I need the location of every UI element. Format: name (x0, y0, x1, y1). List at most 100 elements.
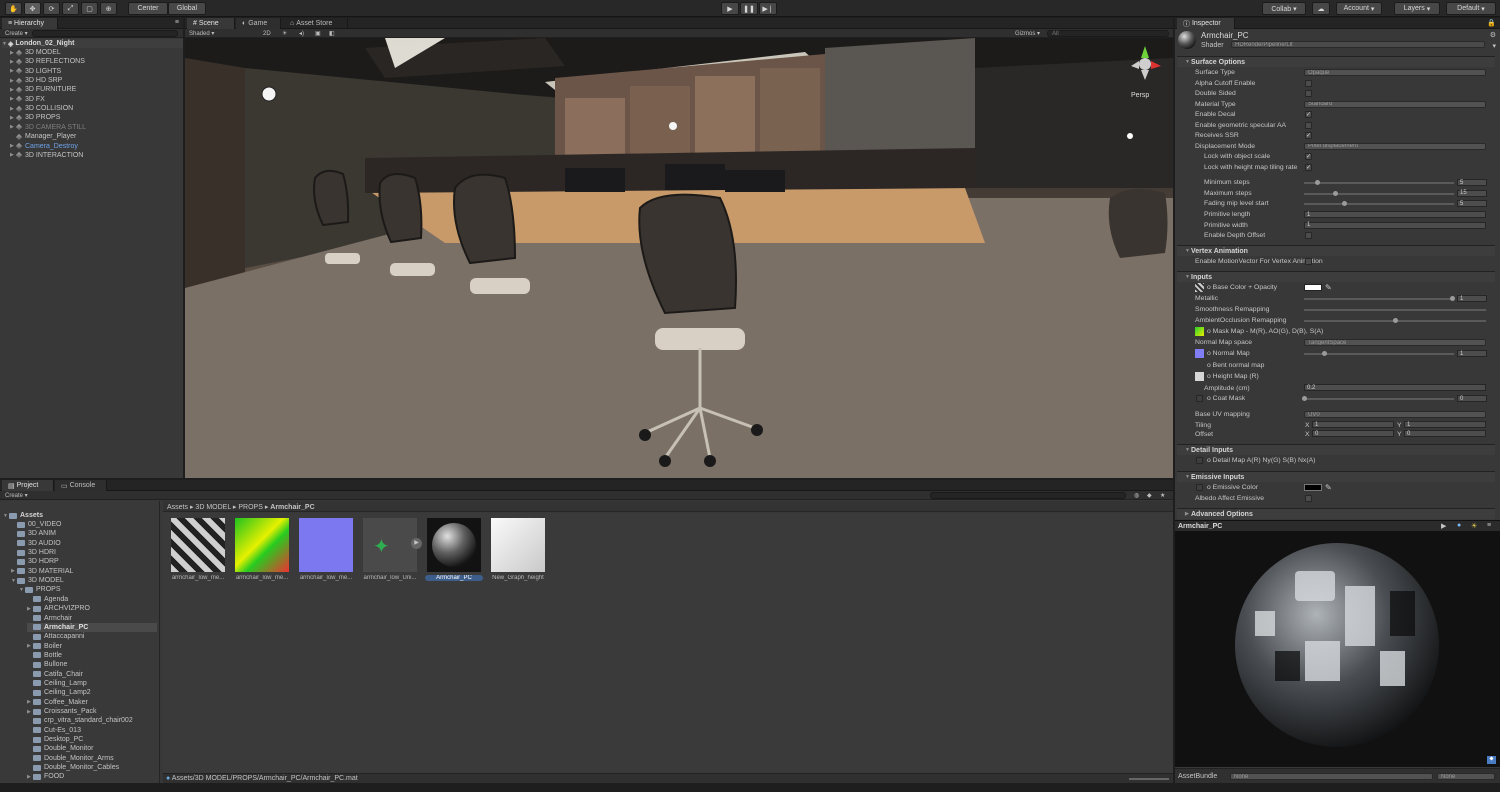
toggle-2d-button[interactable]: 2D (263, 30, 271, 37)
normal-scale-knob[interactable] (1322, 351, 1327, 356)
expand-arrow-icon[interactable]: ▶ (10, 152, 16, 158)
metallic-slider[interactable] (1304, 298, 1454, 300)
pom-value[interactable]: 5 (1457, 179, 1487, 186)
section-detail-inputs[interactable]: ▼ Detail Inputs (1177, 444, 1495, 455)
collab-button[interactable]: Collab ▾ (1262, 2, 1306, 15)
hierarchy-item[interactable]: ▶ 3D REFLECTIONS (10, 57, 85, 66)
surface-option-dropdown[interactable]: Standard (1304, 100, 1486, 108)
smoothness-range-slider[interactable] (1304, 309, 1486, 311)
tree-folder-item[interactable]: Attaccapanni (27, 632, 84, 641)
tab-console[interactable]: ▭ Console (55, 480, 107, 491)
tree-folder-item[interactable]: ▼ 3D MODEL (11, 576, 64, 585)
asset-caption[interactable]: armchair_low_Uni... (361, 575, 419, 581)
hierarchy-item[interactable]: ▶ 3D FX (10, 95, 45, 104)
coat-mask-value[interactable]: 0 (1457, 395, 1487, 402)
section-emissive-inputs[interactable]: ▼ Emissive Inputs (1177, 471, 1495, 482)
tab-hierarchy[interactable]: ≡ Hierarchy (2, 18, 58, 29)
hierarchy-item[interactable]: ▶ 3D MODEL (10, 48, 61, 57)
breadcrumb-item[interactable]: 3D MODEL (195, 504, 231, 511)
tree-folder-item[interactable]: ▶ Croissants_Pack (27, 707, 97, 716)
coat-mask-texture-slot[interactable] (1196, 395, 1203, 402)
transform-tool-button[interactable]: ⊕ (100, 2, 117, 15)
preview-play-icon[interactable]: ▶ (1441, 522, 1446, 530)
normal-scale-value[interactable]: 1 (1457, 350, 1487, 357)
pom-slider[interactable] (1304, 182, 1454, 184)
tree-folder-item[interactable]: Double_Monitor_Arms (27, 754, 114, 763)
pom-slider[interactable] (1304, 192, 1454, 195)
tree-folder-item[interactable]: ▶ ARCHVIZPRO (27, 604, 90, 613)
tab-project[interactable]: ▤ Project (2, 480, 54, 491)
rotate-tool-button[interactable]: ⟳ (43, 2, 60, 15)
surface-option-checkbox[interactable]: ✓ (1305, 132, 1312, 139)
thumbnail-size-slider[interactable] (1129, 778, 1169, 780)
asset-thumb-mask[interactable] (171, 518, 225, 572)
mask-map-texture-slot[interactable] (1195, 327, 1204, 336)
hierarchy-item[interactable]: ▶ 3D INTERACTION (10, 151, 83, 160)
lighting-toggle[interactable]: ☀ (282, 30, 287, 37)
tiling-x-field[interactable]: 1 (1312, 421, 1394, 428)
asset-label-icon[interactable]: ⬥ (1487, 756, 1496, 764)
tree-folder-item[interactable]: Cut-Es_013 (27, 726, 81, 735)
amplitude-field[interactable]: 0.2 (1304, 384, 1486, 391)
pivot-global-button[interactable]: Global (168, 2, 206, 15)
pom-slider[interactable] (1304, 203, 1454, 205)
panel-menu-icon[interactable]: ≡ (175, 19, 179, 26)
project-search-input[interactable] (930, 492, 1126, 499)
normal-space-dropdown[interactable]: TangentSpace (1304, 339, 1486, 346)
section-advanced-options[interactable]: ▶ Advanced Options (1177, 508, 1495, 519)
pom-value[interactable]: 5 (1457, 200, 1487, 207)
tree-folder-item[interactable]: Ceiling_Lamp (27, 679, 87, 688)
inspector-lock-icon[interactable]: 🔒 (1487, 19, 1496, 27)
asset-thumb-height[interactable] (491, 518, 545, 572)
asset-caption[interactable]: armchair_low_me... (297, 575, 355, 581)
asset-caption[interactable]: Armchair_PC (425, 575, 483, 581)
normal-map-texture-slot[interactable] (1195, 349, 1204, 358)
tree-folder-item[interactable]: 3D HDRI (11, 548, 56, 557)
tab-scene[interactable]: # Scene (187, 18, 235, 29)
coat-mask-slider[interactable] (1304, 398, 1454, 400)
expand-asset-icon[interactable]: ▶ (411, 538, 422, 549)
depth-offset-checkbox[interactable] (1305, 232, 1312, 239)
tree-folder-item[interactable]: Armchair (27, 614, 72, 623)
surface-option-checkbox[interactable]: ✓ (1305, 153, 1312, 160)
surface-option-checkbox[interactable]: ✓ (1305, 111, 1312, 118)
project-create-button[interactable]: Create ▾ (5, 492, 28, 499)
ao-slider-knob[interactable] (1393, 318, 1398, 323)
metallic-value[interactable]: 1 (1457, 295, 1487, 302)
asset-caption[interactable]: New_Graph_height (489, 575, 547, 581)
orientation-gizmo[interactable] (1125, 42, 1165, 82)
image-effects-toggle[interactable]: ▣ (315, 30, 321, 37)
hierarchy-item[interactable]: ▶ 3D CAMERA STILL (10, 123, 86, 132)
tree-folder-item[interactable]: ▶ FOOD (27, 772, 64, 781)
breadcrumb-item[interactable]: Armchair_PC (270, 504, 314, 511)
asset-thumb-normal[interactable] (299, 518, 353, 572)
pom-slider-knob[interactable] (1333, 190, 1338, 196)
breadcrumb-item[interactable]: Assets (167, 504, 188, 511)
primitive-field[interactable]: 1 (1304, 211, 1486, 218)
preview-sphere-icon[interactable]: ● (1457, 522, 1461, 529)
scene-viewport[interactable]: Persp (185, 38, 1173, 478)
emissive-color-swatch[interactable] (1304, 484, 1322, 491)
audio-toggle[interactable]: ◂) (299, 30, 304, 37)
material-settings-icon[interactable]: ⚙ (1490, 31, 1496, 39)
emissive-texture-slot[interactable] (1196, 484, 1203, 491)
tree-folder-item[interactable]: ▶ 3D MATERIAL (11, 567, 73, 576)
shader-dropdown[interactable]: HDRenderPipeline/Lit (1231, 41, 1485, 48)
hand-tool-button[interactable]: ✋ (5, 2, 22, 15)
tree-folder-item[interactable]: Catifa_Chair (27, 670, 83, 679)
tree-folder-item[interactable]: 3D HDRP (11, 557, 59, 566)
surface-option-checkbox[interactable] (1305, 90, 1312, 97)
vertex-motion-checkbox[interactable] (1305, 258, 1312, 265)
breadcrumb-item[interactable]: PROPS (238, 504, 263, 511)
projection-label[interactable]: Persp (1131, 92, 1149, 99)
surface-option-dropdown[interactable]: Opaque (1304, 69, 1486, 76)
tiling-y-field[interactable]: 1 (1404, 421, 1486, 428)
expand-arrow-icon[interactable]: ▶ (10, 124, 16, 130)
preview-light-icon[interactable]: ☀ (1471, 522, 1477, 530)
preview-menu-icon[interactable]: ≡ (1487, 522, 1491, 529)
layers-dropdown[interactable]: Layers ▾ (1394, 2, 1440, 15)
pivot-center-button[interactable]: Center (128, 2, 168, 15)
tree-folder-item[interactable]: ▼ PROPS (19, 585, 61, 594)
filter-label-icon[interactable]: ◆ (1147, 492, 1152, 499)
layout-dropdown[interactable]: Default ▾ (1446, 2, 1496, 15)
